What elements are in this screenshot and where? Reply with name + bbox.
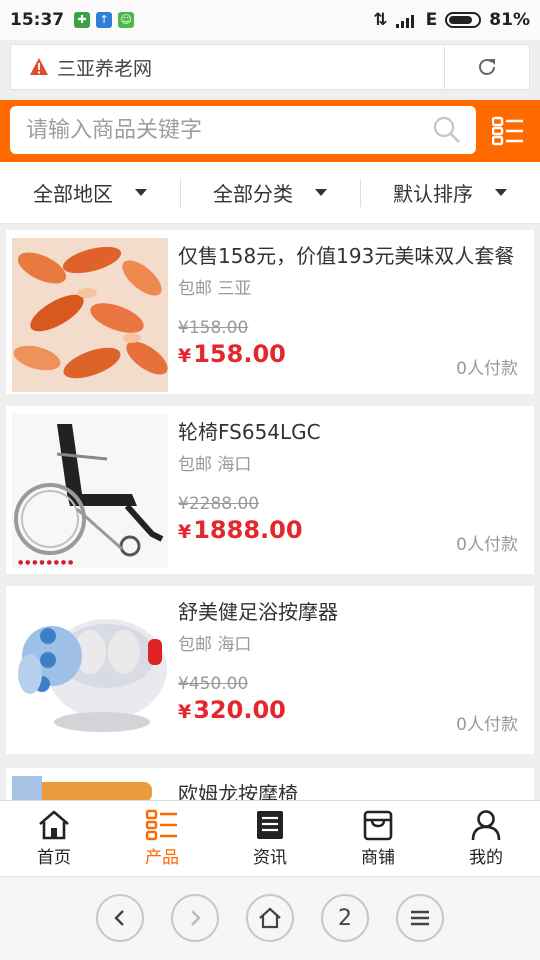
- tab-label: 商铺: [361, 848, 395, 868]
- filter-bar: 全部地区 全部分类 默认排序: [0, 162, 540, 224]
- product-name[interactable]: 舒美健足浴按摩器: [178, 596, 522, 625]
- tab-label: 我的: [469, 848, 503, 868]
- tab-home[interactable]: 首页: [0, 801, 108, 876]
- warning-icon: [30, 58, 48, 75]
- search-input[interactable]: [24, 116, 432, 144]
- paid-count: 0人付款: [456, 715, 518, 735]
- upload-notification-icon: ↑: [96, 12, 113, 28]
- caret-down-icon: [315, 189, 327, 196]
- menu-button[interactable]: [396, 894, 444, 942]
- user-icon: [471, 810, 501, 841]
- filter-label: 全部地区: [33, 182, 113, 206]
- shield-notification-icon: ✚: [74, 12, 91, 28]
- search-header: [0, 100, 540, 162]
- address-bar[interactable]: 三亚养老网: [10, 44, 530, 90]
- tab-count: 2: [338, 905, 352, 931]
- reload-icon: [479, 59, 495, 75]
- battery-percent: 81%: [489, 10, 530, 30]
- bottom-tab-bar: 首页 产品 资讯 商铺 我的: [0, 800, 540, 876]
- sale-price: ¥320.00: [178, 696, 286, 724]
- product-card[interactable]: ● ● ● ● ● ● ● ● 轮椅FS654LGC 包邮 海口 ¥2288.0…: [6, 406, 534, 574]
- price-value: 1888.00: [193, 516, 303, 544]
- site-title: 三亚养老网: [57, 57, 153, 80]
- tab-label: 产品: [145, 848, 179, 868]
- caret-down-icon: [135, 189, 147, 196]
- currency-symbol: ¥: [178, 521, 192, 543]
- store-icon: [363, 810, 393, 841]
- home-outline-icon: [259, 907, 281, 929]
- grid-list-icon: [145, 809, 177, 841]
- product-name[interactable]: 轮椅FS654LGC: [178, 416, 522, 445]
- original-price: ¥450.00: [178, 674, 249, 694]
- product-card[interactable]: 仅售158元，价值193元美味双人套餐 包邮 三亚 ¥158.00 ¥158.0…: [6, 230, 534, 394]
- status-time: 15:37: [10, 10, 65, 30]
- original-price: ¥158.00: [178, 318, 249, 338]
- tab-label: 资讯: [253, 848, 287, 868]
- currency-symbol: ¥: [178, 345, 192, 367]
- news-icon: [257, 811, 283, 839]
- caret-down-icon: [495, 189, 507, 196]
- tab-products[interactable]: 产品: [108, 801, 216, 876]
- status-bar: 15:37 ✚ ↑ ☺ ⇅ E 81%: [0, 0, 540, 40]
- product-name[interactable]: 仅售158元，价值193元美味双人套餐: [178, 240, 522, 269]
- sale-price: ¥1888.00: [178, 516, 303, 544]
- sale-price: ¥158.00: [178, 340, 286, 368]
- tab-mine[interactable]: 我的: [432, 801, 540, 876]
- data-transfer-icon: ⇅: [373, 10, 388, 30]
- product-shipping: 包邮 海口: [178, 455, 252, 475]
- product-image-foot-bath[interactable]: [12, 594, 168, 748]
- filter-label: 默认排序: [393, 182, 473, 206]
- paid-count: 0人付款: [456, 535, 518, 555]
- search-box[interactable]: [10, 106, 476, 154]
- home-icon: [39, 810, 69, 840]
- tab-store[interactable]: 商铺: [324, 801, 432, 876]
- tab-news[interactable]: 资讯: [216, 801, 324, 876]
- search-icon[interactable]: [432, 115, 462, 145]
- forward-button[interactable]: [171, 894, 219, 942]
- svg-text:● ● ● ● ● ● ● ●: ● ● ● ● ● ● ● ●: [18, 559, 73, 566]
- menu-icon: [411, 910, 429, 926]
- product-list[interactable]: 仅售158元，价值193元美味双人套餐 包邮 三亚 ¥158.00 ¥158.0…: [0, 224, 540, 800]
- chevron-right-icon: [191, 910, 201, 926]
- browser-nav-bar: 2: [0, 876, 540, 960]
- battery-icon: [445, 12, 482, 28]
- home-button[interactable]: [246, 894, 294, 942]
- product-image-shrimp[interactable]: [12, 238, 168, 392]
- product-shipping: 包邮 三亚: [178, 279, 252, 299]
- filter-region[interactable]: 全部地区: [0, 179, 180, 207]
- original-price: ¥2288.00: [178, 494, 260, 514]
- filter-sort[interactable]: 默认排序: [360, 178, 540, 207]
- tabs-button[interactable]: 2: [321, 894, 369, 942]
- product-card[interactable]: 舒美健足浴按摩器 包邮 海口 ¥450.00 ¥320.00 0人付款: [6, 586, 534, 754]
- currency-symbol: ¥: [178, 701, 192, 723]
- chat-notification-icon: ☺: [118, 12, 135, 28]
- product-shipping: 包邮 海口: [178, 635, 252, 655]
- filter-category[interactable]: 全部分类: [180, 178, 360, 207]
- signal-icon: [395, 15, 414, 28]
- product-card[interactable]: 欧姆龙按摩椅: [6, 768, 534, 800]
- tab-label: 首页: [37, 848, 71, 868]
- filter-label: 全部分类: [213, 182, 293, 206]
- back-button[interactable]: [96, 894, 144, 942]
- paid-count: 0人付款: [456, 359, 518, 379]
- product-image-wheelchair[interactable]: ● ● ● ● ● ● ● ●: [12, 414, 168, 568]
- product-image-massage-chair[interactable]: [12, 776, 168, 800]
- category-list-icon[interactable]: [492, 116, 524, 146]
- chevron-left-icon: [114, 910, 124, 926]
- price-value: 320.00: [193, 696, 286, 724]
- reload-button[interactable]: [444, 45, 529, 89]
- product-name[interactable]: 欧姆龙按摩椅: [178, 778, 522, 800]
- price-value: 158.00: [193, 340, 286, 368]
- network-type: E: [425, 10, 438, 30]
